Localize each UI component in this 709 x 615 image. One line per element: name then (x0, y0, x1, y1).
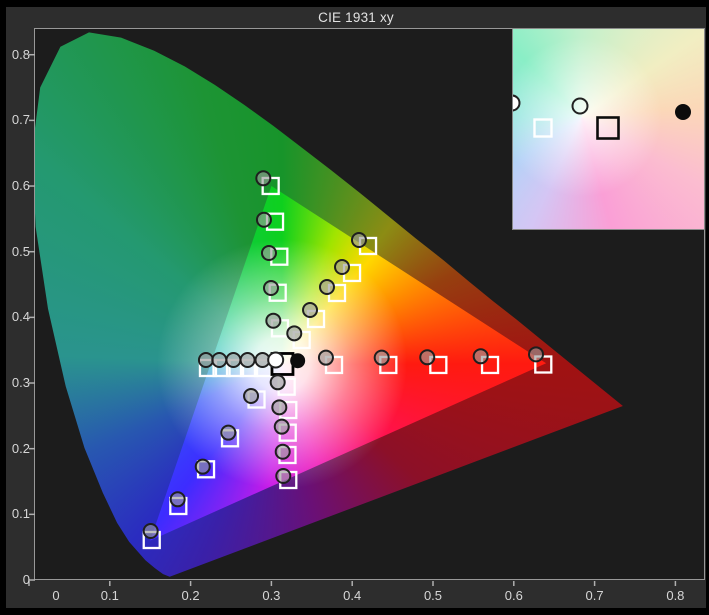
y-tick-label: 0.8 (11, 46, 30, 62)
inset-measured-circle-white (513, 94, 521, 112)
chart-title: CIE 1931 xy (318, 10, 394, 25)
x-tick-label: 0.6 (504, 588, 523, 603)
x-tick-label: 0.7 (585, 588, 604, 603)
y-tick-label: 0.6 (11, 178, 30, 194)
x-tick-label: 0.1 (100, 588, 119, 603)
y-tick-label: 0 (22, 572, 30, 587)
x-tick-label: 0.8 (666, 588, 685, 603)
x-tick-label: 0.5 (423, 588, 443, 603)
title-bar: CIE 1931 xy (6, 9, 706, 27)
inset-whitepoint-measured-dot (675, 104, 691, 120)
inset-target-square-white (533, 118, 553, 138)
y-tick-label: 0.7 (11, 112, 30, 128)
inset-markers (513, 94, 691, 140)
x-tick-label: 0.2 (181, 588, 200, 603)
x-tick-label: 0 (52, 588, 60, 603)
y-tick-label: 0.3 (11, 375, 30, 391)
chart-window: { "window": { "title": "CIE 1931 xy" }, … (0, 0, 709, 615)
inset-measured-circle-open (571, 97, 589, 115)
inset-whitepoint-target-square (596, 116, 620, 140)
y-tick-label: 0.2 (11, 440, 30, 456)
y-tick-label: 0.4 (11, 309, 30, 325)
inset-zoom-panel (512, 28, 705, 230)
x-tick-label: 0.3 (262, 588, 281, 603)
y-tick-label: 0.1 (11, 506, 30, 522)
x-tick-label: 0.4 (343, 588, 362, 603)
y-tick-label: 0.5 (11, 243, 30, 259)
